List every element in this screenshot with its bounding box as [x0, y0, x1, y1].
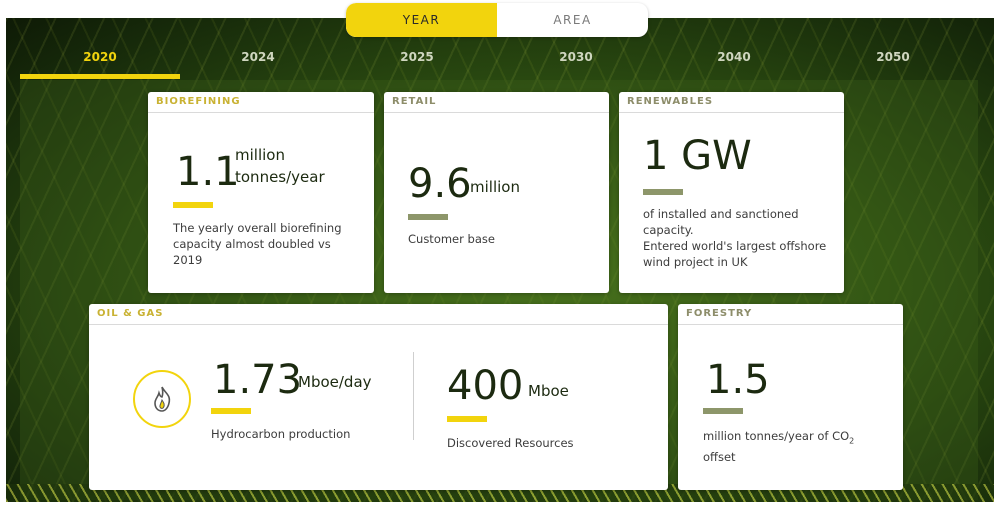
forestry-desc-main: million tonnes/year of CO: [703, 429, 850, 443]
year-tab-2025[interactable]: 2025: [337, 50, 497, 64]
flame-icon: [133, 370, 191, 428]
forestry-card: FORESTRY 1.5 million tonnes/year of CO2 o…: [678, 304, 903, 490]
forestry-desc-subscript: 2: [849, 436, 855, 446]
year-tab-2020[interactable]: 2020: [20, 50, 180, 64]
accent-bar: [211, 408, 251, 414]
resources-description: Discovered Resources: [447, 436, 574, 450]
resources-unit: Mboe: [528, 382, 569, 400]
oil-gas-card: OIL & GAS 1.73 Mboe/day Hydrocarbon prod…: [89, 304, 668, 490]
biorefining-description: The yearly overall biorefining capacity …: [173, 221, 342, 267]
accent-bar: [173, 202, 213, 208]
retail-description: Customer base: [408, 232, 495, 246]
year-tab-2030[interactable]: 2030: [496, 50, 656, 64]
retail-card: RETAIL 9.6 million Customer base: [384, 92, 609, 293]
area-toggle-button[interactable]: AREA: [497, 3, 648, 37]
forestry-value: 1.5: [706, 357, 770, 403]
card-title: RETAIL: [384, 92, 609, 113]
year-tab-2050[interactable]: 2050: [813, 50, 973, 64]
view-toggle: YEAR AREA: [346, 3, 648, 37]
renewables-description-2: Entered world's largest offshore wind pr…: [643, 239, 827, 269]
year-tab-2040[interactable]: 2040: [654, 50, 814, 64]
year-tab-2024[interactable]: 2024: [178, 50, 338, 64]
resources-value: 400: [447, 363, 524, 409]
card-title: BIOREFINING: [148, 92, 374, 113]
biorefining-unit-line1: million: [235, 146, 285, 164]
selected-year-indicator: [20, 74, 180, 79]
accent-bar: [447, 416, 487, 422]
retail-unit: million: [470, 178, 520, 196]
biorefining-value: 1.1: [176, 149, 240, 195]
biorefining-unit-line2: tonnes/year: [235, 168, 325, 186]
card-title: RENEWABLES: [619, 92, 844, 113]
card-title: OIL & GAS: [89, 304, 668, 325]
biorefining-card: BIOREFINING 1.1 million tonnes/year The …: [148, 92, 374, 293]
renewables-card: RENEWABLES 1 GW of installed and sanctio…: [619, 92, 844, 293]
year-timeline: 2020 2024 2025 2030 2040 2050: [20, 44, 980, 84]
card-title: FORESTRY: [678, 304, 903, 325]
forestry-description: million tonnes/year of CO2 offset: [703, 428, 883, 465]
year-toggle-button[interactable]: YEAR: [346, 3, 497, 37]
renewables-value: 1 GW: [643, 133, 752, 179]
production-description: Hydrocarbon production: [211, 427, 351, 441]
retail-value: 9.6: [408, 161, 472, 207]
accent-bar: [643, 189, 683, 195]
renewables-description: of installed and sanctioned capacity.: [643, 207, 799, 237]
divider: [413, 352, 414, 440]
production-unit: Mboe/day: [298, 373, 372, 391]
production-value: 1.73: [213, 357, 303, 403]
accent-bar: [408, 214, 448, 220]
forestry-desc-end: offset: [703, 450, 736, 465]
accent-bar: [703, 408, 743, 414]
